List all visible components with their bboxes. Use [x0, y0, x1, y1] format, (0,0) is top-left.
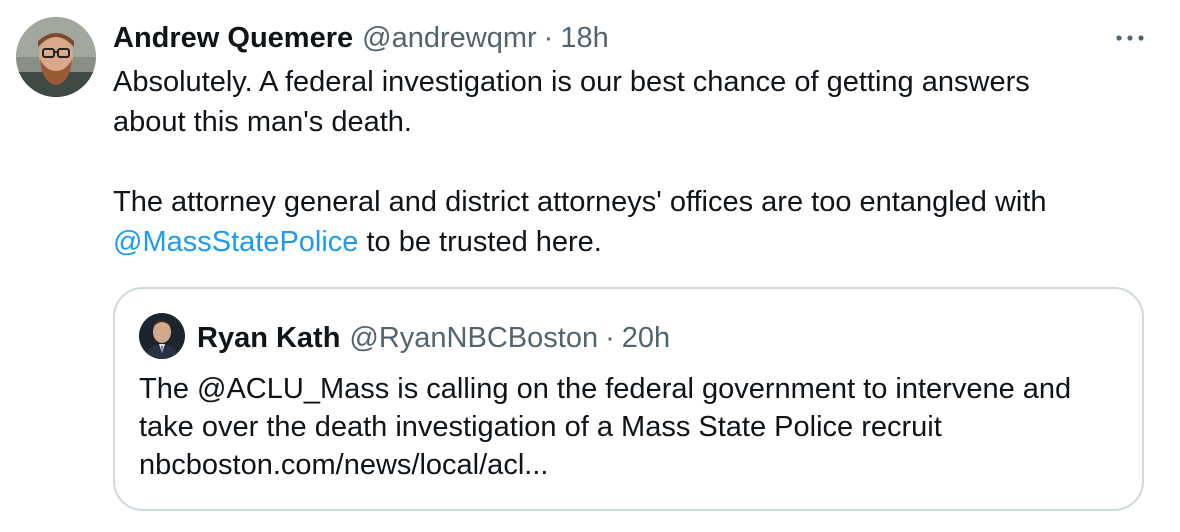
quoted-text-line: take over the death investigation of a M…	[139, 411, 942, 443]
author-avatar[interactable]	[16, 17, 96, 97]
tweet-text-line: about this man's death.	[113, 106, 412, 138]
tweet-timestamp[interactable]: 18h	[560, 22, 608, 55]
separator-dot: ·	[543, 21, 554, 54]
quoted-tweet-text: The @ACLU_Mass is calling on the federal…	[139, 370, 1129, 484]
quoted-text-line: The @ACLU_Mass is calling on the federal…	[139, 373, 1072, 405]
quoted-tweet-timestamp[interactable]: 20h	[622, 322, 670, 355]
quoted-tweet-header: Ryan Kath @RyanNBCBoston · 20h	[197, 318, 670, 358]
mention-link[interactable]: @MassStatePolice	[113, 226, 358, 258]
quoted-author-avatar[interactable]	[139, 313, 185, 359]
more-options-button[interactable]	[1110, 20, 1150, 56]
tweet-text-fragment: to be trusted here.	[358, 226, 602, 258]
more-horizontal-icon	[1116, 35, 1144, 41]
quoted-author-handle[interactable]: @RyanNBCBoston	[349, 322, 598, 355]
tweet-header: Andrew Quemere @andrewqmr · 18h	[113, 18, 609, 58]
quoted-tweet[interactable]: Ryan Kath @RyanNBCBoston · 20h The @ACLU…	[113, 287, 1144, 511]
quoted-link-text: nbcboston.com/news/local/acl...	[139, 449, 549, 481]
quoted-author-name[interactable]: Ryan Kath	[197, 322, 340, 355]
author-handle[interactable]: @andrewqmr	[362, 22, 537, 55]
tweet: Andrew Quemere @andrewqmr · 18h Absolute…	[0, 0, 1180, 532]
tweet-text-line: The attorney general and district attorn…	[113, 186, 1047, 218]
tweet-text: Absolutely. A federal investigation is o…	[113, 62, 1153, 262]
tweet-text-line: @MassStatePolice to be trusted here.	[113, 222, 1153, 262]
author-name[interactable]: Andrew Quemere	[113, 22, 353, 55]
separator-dot: ·	[605, 321, 615, 354]
tweet-text-line: Absolutely. A federal investigation is o…	[113, 66, 1030, 98]
